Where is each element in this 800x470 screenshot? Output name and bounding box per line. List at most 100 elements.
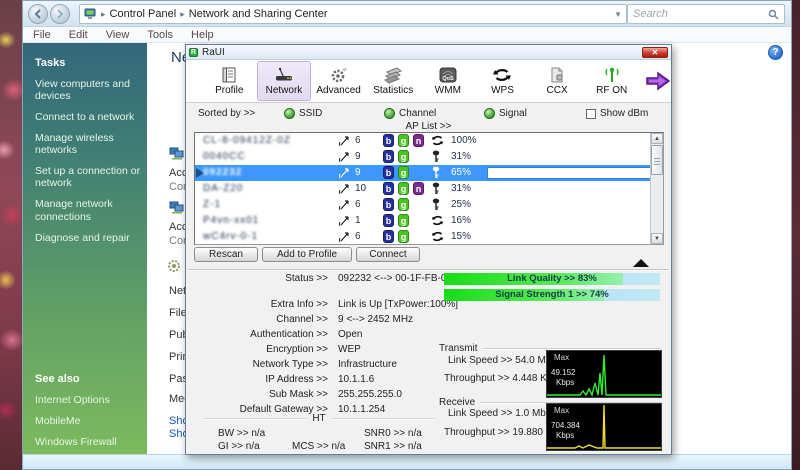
status-value: 255.255.255.0 [338,389,402,400]
antenna-icon [339,182,351,195]
sort-signal-control[interactable]: Signal [484,108,527,119]
ap-row[interactable]: 0040CC 9 b g 31% [195,149,663,165]
menu-edit[interactable]: Edit [69,29,88,41]
tab-label: Advanced [316,85,360,96]
back-arrow-icon [33,9,43,19]
menu-help[interactable]: Help [191,29,214,41]
advanced-gear-icon [329,66,349,84]
mode-b-icon: b [383,150,394,163]
ap-row[interactable]: CL-8-09412Z-0Z 6 b g n 100% [195,133,663,149]
menu-file[interactable]: File [33,29,51,41]
status-label: Extra Info >> [186,299,328,310]
scrollbar-thumb[interactable] [651,145,663,175]
ap-signal-percent: 31% [451,183,481,194]
status-row: Channel >> 9 <--> 2452 MHz [186,314,516,327]
desktop-wallpaper-left [0,0,22,470]
search-placeholder: Search [633,8,768,20]
sidebar-item-view-computers[interactable]: View computers and devices [35,78,147,102]
back-button[interactable] [28,4,48,24]
sidebar-item-internet-options[interactable]: Internet Options [35,394,143,406]
sidebar-item-manage-connections[interactable]: Manage network connections [35,198,147,222]
ap-row[interactable]: wC4rv-0-1 6 b g 15% [195,229,663,245]
scroll-down-icon[interactable]: ▼ [651,233,663,244]
breadcrumb-control-panel[interactable]: Control Panel [110,8,177,20]
tab-label: CCX [547,85,568,96]
tab-statistics[interactable]: Statistics [366,61,421,101]
ap-channel: 1 [355,215,373,226]
mode-b-icon: b [383,214,394,227]
key-icon [431,166,441,179]
forward-button[interactable] [50,4,70,24]
ap-row[interactable]: P4vn-xx01 1 b g 16% [195,213,663,229]
add-to-profile-button[interactable]: Add to Profile [262,247,352,262]
show-dbm-checkbox[interactable] [586,109,596,119]
sidebar-item-manage-wireless[interactable]: Manage wireless networks [35,132,147,156]
sort-ssid-control[interactable]: SSID [284,108,322,119]
menu-tools[interactable]: Tools [147,29,173,41]
tab-ccx[interactable]: CCX [530,61,585,101]
tab-rf-on[interactable]: RF ON [584,61,639,101]
more-tabs-arrow-button[interactable] [645,69,671,93]
ht-gi: GI >> n/a [218,441,260,452]
sidebar-item-diagnose-repair[interactable]: Diagnose and repair [35,232,147,244]
receive-link-speed: Link Speed >> 1.0 Mbps [448,408,556,419]
sort-channel-label: Channel [399,108,436,119]
ap-list-scrollbar[interactable]: ▲ ▼ [650,133,663,244]
sort-ssid-button[interactable] [284,108,295,119]
receive-trace [547,404,661,450]
tab-profile[interactable]: Profile [202,61,257,101]
ap-row-selected[interactable]: 092232 9 b g 65% [195,165,663,181]
sidebar-item-connect-network[interactable]: Connect to a network [35,111,147,123]
tab-wmm[interactable]: QoS WMM [421,61,476,101]
sidebar-item-setup-connection[interactable]: Set up a connection or network [35,165,147,189]
show-dbm-control[interactable]: Show dBm [586,108,648,119]
ht-bw: BW >> n/a [218,428,265,439]
control-panel-icon [84,8,97,20]
connect-button[interactable]: Connect [356,247,420,262]
dialog-titlebar[interactable]: R RaUI ✕ [186,45,671,60]
breadcrumb-network-sharing-center[interactable]: Network and Sharing Center [189,8,328,20]
tab-network[interactable]: Network [257,61,312,101]
ap-row[interactable]: Z-1 6 b g 25% [195,197,663,213]
ap-channel: 9 [355,151,373,162]
address-dropdown-icon[interactable]: ▼ [614,10,622,19]
ht-snr1: SNR1 >> n/a [364,441,422,452]
address-bar[interactable]: ▸ Control Panel ▸ Network and Sharing Ce… [79,4,627,24]
sidebar-item-windows-firewall[interactable]: Windows Firewall [35,436,143,448]
tab-label: Statistics [373,85,413,96]
rescan-button[interactable]: Rescan [194,247,258,262]
sharing-icon [167,259,181,273]
raui-app-icon: R [189,48,198,57]
sidebar-item-mobileme[interactable]: MobileMe [35,415,143,427]
ht-snr0: SNR0 >> n/a [364,428,422,439]
tab-label: Network [266,85,303,96]
sort-channel-control[interactable]: Channel [384,108,436,119]
menu-view[interactable]: View [106,29,130,41]
mode-b-icon: b [383,166,394,179]
mode-b-icon: b [383,198,394,211]
help-icon[interactable]: ? [768,45,783,60]
tab-advanced[interactable]: Advanced [311,61,366,101]
search-input[interactable]: Search [627,4,785,24]
ap-ssid: P4vn-xx01 [203,215,338,226]
mode-g-icon: g [398,150,409,163]
sort-signal-button[interactable] [484,108,495,119]
search-icon[interactable] [768,9,779,20]
profile-icon [220,66,238,84]
ap-ssid: 092232 [203,167,338,178]
explorer-topbar: ▸ Control Panel ▸ Network and Sharing Ce… [23,1,791,27]
rf-on-antenna-icon [603,66,621,84]
close-icon[interactable]: ✕ [642,47,668,58]
ht-mcs: MCS >> n/a [292,441,345,452]
statistics-icon [383,66,403,84]
tab-wps[interactable]: WPS [475,61,530,101]
sort-ssid-label: SSID [299,108,322,119]
ap-row[interactable]: DA-Z20 10 b g n 31% [195,181,663,197]
collapse-panel-arrow[interactable] [633,259,649,267]
scroll-up-icon[interactable]: ▲ [651,133,663,144]
tab-label: WPS [491,85,514,96]
ap-channel: 9 [355,167,373,178]
sort-channel-button[interactable] [384,108,395,119]
wps-sync-icon [431,230,444,243]
status-value: 10.1.1.6 [338,374,374,385]
